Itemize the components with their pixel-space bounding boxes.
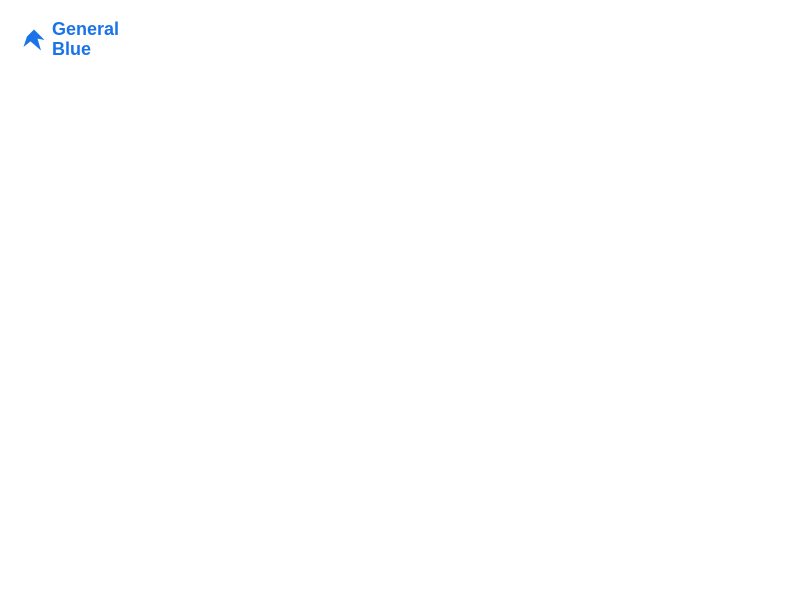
logo-text: General Blue bbox=[52, 20, 119, 60]
logo-icon bbox=[20, 26, 48, 54]
logo: General Blue bbox=[20, 20, 119, 60]
page-header: General Blue bbox=[20, 20, 772, 60]
